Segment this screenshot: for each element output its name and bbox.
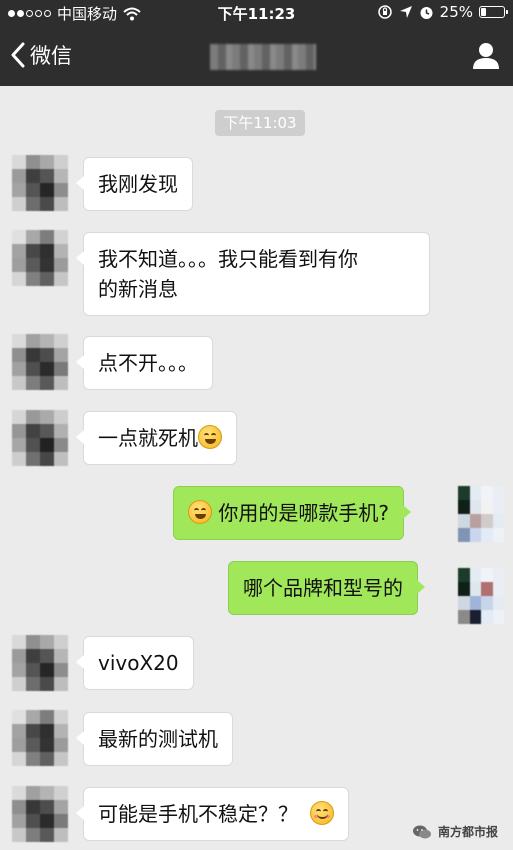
message-text: 哪个品牌和型号的 [243,576,403,600]
avatar[interactable] [12,410,68,466]
message-bubble-incoming[interactable]: vivoX20 [76,636,194,690]
chevron-left-icon [11,42,25,68]
back-label: 微信 [30,44,72,68]
message-bubble-incoming[interactable]: 点不开。。。 [76,336,213,390]
smiling-blush-emoji [310,801,335,825]
message-bubble-outgoing[interactable]: 哪个品牌和型号的 [228,561,425,615]
message-bubble-incoming[interactable]: 我不知道。。。我只能看到有你 的新消息 [76,232,430,316]
message-text: 一点就死机 [98,426,198,450]
avatar[interactable] [12,786,68,842]
message-bubble-incoming[interactable]: 我刚发现 [76,157,193,211]
tears-of-joy-emoji [188,500,212,524]
wechat-logo-icon [412,825,431,838]
message-text: 点不开。。。 [98,351,198,375]
avatar[interactable] [12,710,68,766]
location-icon [399,6,412,18]
avatar[interactable] [12,334,68,390]
status-bar: 中国移动 下午11:23 25% [0,0,513,26]
message-text-line: 的新消息 [98,277,178,301]
battery-icon [479,6,508,18]
back-button[interactable]: 微信 [10,40,72,70]
avatar-self[interactable] [458,568,504,624]
avatar[interactable] [12,635,68,691]
watermark: 南方都市报 [408,822,501,841]
message-text: 我刚发现 [98,172,178,196]
status-right: 25% [377,3,508,21]
nav-bar: 微信 [0,26,513,86]
time-badge: 下午11:03 [215,110,305,136]
message-text-line: 我不知道。。。我只能看到有你 [98,247,358,271]
message-text: 你用的是哪款手机? [218,501,389,525]
tears-of-joy-emoji [198,425,222,449]
watermark-label: 南方都市报 [437,825,498,839]
avatar[interactable] [12,155,68,211]
orientation-lock-icon [377,5,392,19]
profile-icon[interactable] [471,40,501,70]
message-bubble-incoming[interactable]: 最新的测试机 [76,712,233,766]
battery-percent: 25% [439,3,473,21]
message-bubble-outgoing[interactable]: 你用的是哪款手机? [173,486,411,540]
message-text: 可能是手机不稳定？？ [98,802,298,826]
alarm-icon [420,6,433,19]
avatar[interactable] [12,230,68,286]
message-bubble-incoming[interactable]: 一点就死机 [76,411,237,465]
avatar-self[interactable] [458,486,504,542]
message-text: vivoX20 [98,651,179,675]
message-bubble-incoming[interactable]: 可能是手机不稳定？？ [75,787,350,841]
chat-title-blurred [210,44,316,70]
message-text: 最新的测试机 [98,727,218,751]
